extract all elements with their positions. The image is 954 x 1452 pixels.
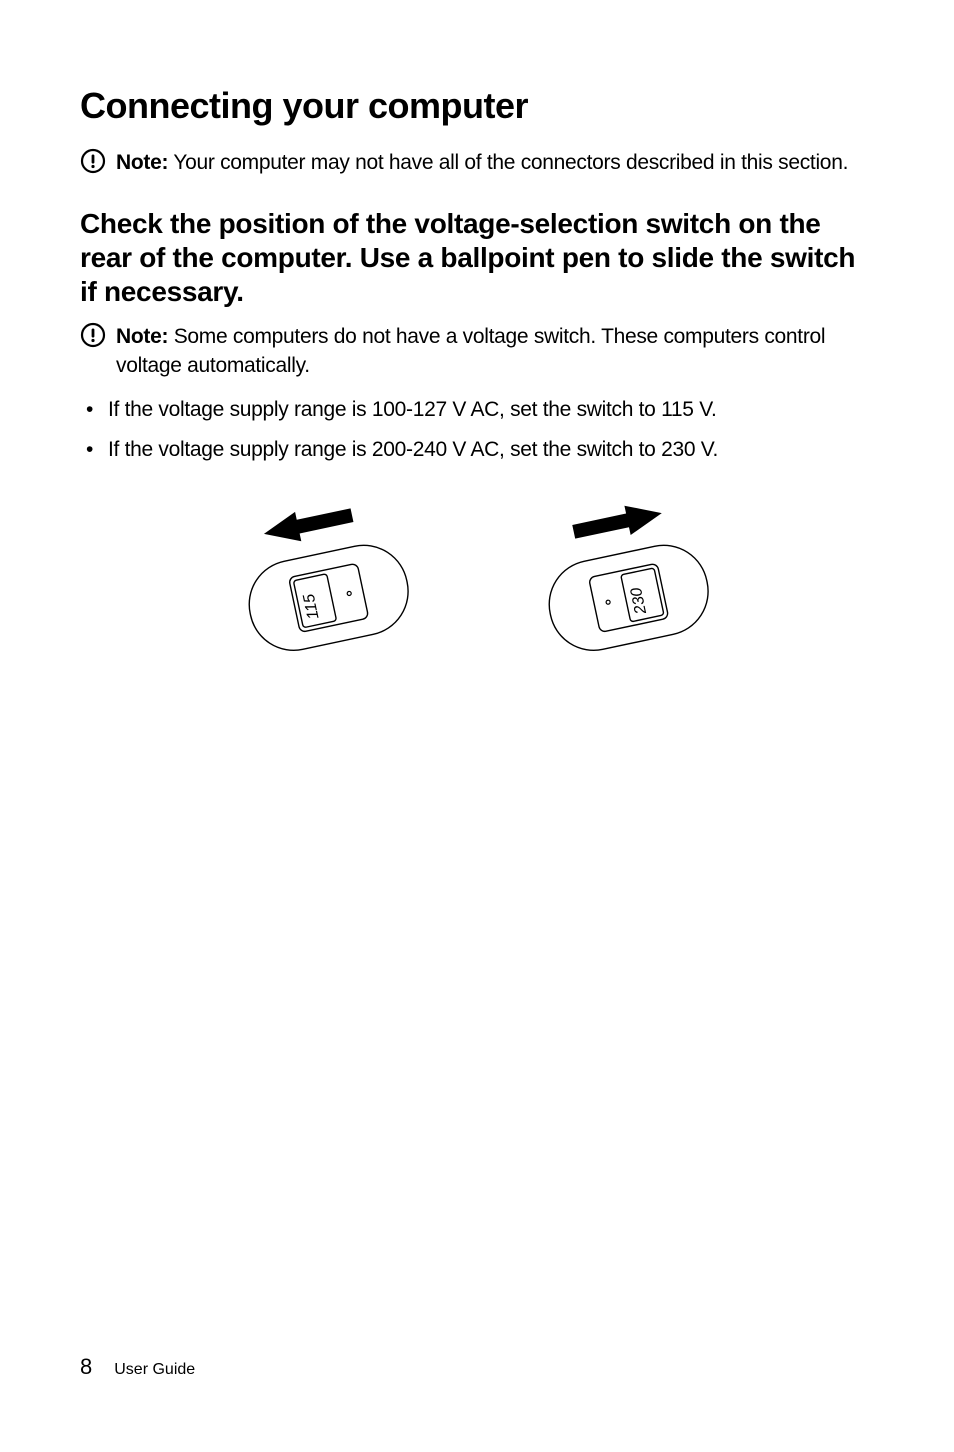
note-text-2: Note: Some computers do not have a volta… bbox=[116, 323, 874, 380]
alert-icon bbox=[80, 322, 106, 353]
note-text-1: Note: Your computer may not have all of … bbox=[116, 149, 848, 177]
list-item: If the voltage supply range is 200-240 V… bbox=[80, 434, 874, 466]
alert-icon bbox=[80, 148, 106, 179]
voltage-switch-115-figure: 115 bbox=[222, 485, 432, 695]
page-footer: 8 User Guide bbox=[80, 1354, 195, 1380]
note-block-1: Note: Your computer may not have all of … bbox=[80, 149, 874, 179]
bullet-list: If the voltage supply range is 100-127 V… bbox=[80, 394, 874, 465]
note-body: Your computer may not have all of the co… bbox=[168, 151, 848, 174]
page-number: 8 bbox=[80, 1354, 92, 1380]
note-label: Note: bbox=[116, 151, 168, 174]
list-item: If the voltage supply range is 100-127 V… bbox=[80, 394, 874, 426]
note-label: Note: bbox=[116, 325, 168, 348]
switch-label-115: 115 bbox=[301, 592, 323, 621]
footer-label: User Guide bbox=[114, 1361, 195, 1379]
figure-row: 115 230 bbox=[80, 485, 874, 695]
page-title: Connecting your computer bbox=[80, 85, 874, 127]
arrow-left-icon bbox=[261, 501, 355, 549]
section-heading: Check the position of the voltage-select… bbox=[80, 207, 874, 309]
arrow-right-icon bbox=[571, 499, 665, 547]
note-block-2: Note: Some computers do not have a volta… bbox=[80, 323, 874, 380]
note-body: Some computers do not have a voltage swi… bbox=[116, 325, 825, 376]
switch-label-230: 230 bbox=[628, 586, 650, 617]
voltage-switch-230-figure: 230 bbox=[522, 485, 732, 695]
